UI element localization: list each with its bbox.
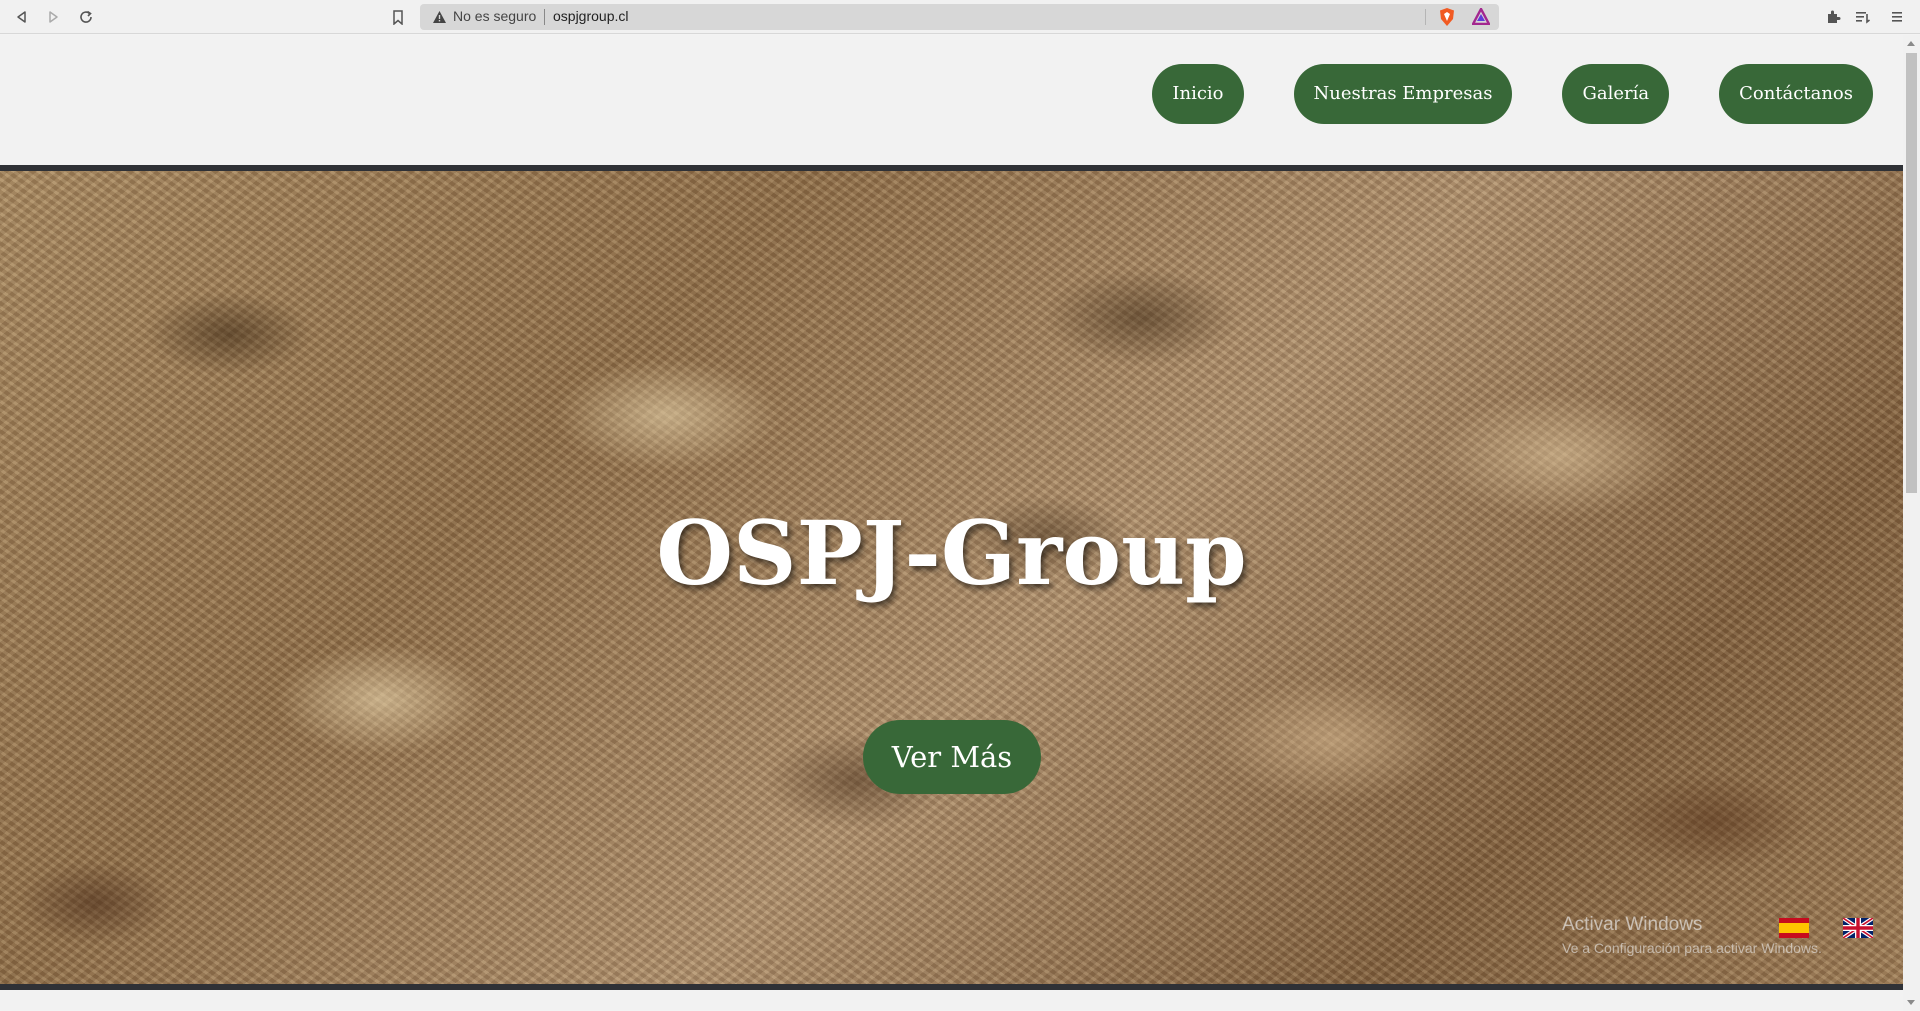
ver-mas-button[interactable]: Ver Más: [863, 720, 1041, 794]
address-bar[interactable]: No es seguro ospjgroup.cl: [420, 4, 1499, 30]
bookmark-icon[interactable]: [386, 5, 410, 29]
page-below-hero: [0, 990, 1903, 1011]
nav-contactanos-button[interactable]: Contáctanos: [1719, 64, 1873, 124]
nav-nuestras-empresas-button[interactable]: Nuestras Empresas: [1293, 64, 1513, 124]
forward-icon[interactable]: [41, 5, 65, 29]
hero-banner: OSPJ-Group Ver Más: [0, 171, 1903, 984]
brave-rewards-icon[interactable]: [1471, 6, 1491, 29]
reading-list-icon[interactable]: [1851, 5, 1875, 29]
scroll-thumb[interactable]: [1906, 53, 1917, 493]
page-scrollbar[interactable]: [1903, 35, 1920, 1011]
extensions-icon[interactable]: [1821, 5, 1845, 29]
back-icon[interactable]: [10, 5, 34, 29]
reload-icon[interactable]: [74, 5, 98, 29]
nav-inicio-button[interactable]: Inicio: [1152, 64, 1244, 124]
scroll-down-arrow-icon[interactable]: [1907, 1000, 1915, 1005]
nav-galeria-button[interactable]: Galería: [1562, 64, 1670, 124]
main-nav: Inicio Nuestras Empresas Galería Contáct…: [1152, 64, 1873, 124]
page-viewport: Inicio Nuestras Empresas Galería Contáct…: [0, 35, 1903, 1011]
browser-toolbar: No es seguro ospjgroup.cl: [0, 0, 1920, 34]
menu-icon[interactable]: [1885, 5, 1909, 29]
url-separator: [544, 9, 545, 25]
security-label[interactable]: No es seguro: [453, 8, 536, 24]
url-text[interactable]: ospjgroup.cl: [553, 8, 629, 24]
hero-title: OSPJ-Group: [656, 501, 1247, 605]
site-header: Inicio Nuestras Empresas Galería Contáct…: [0, 35, 1903, 165]
activate-windows-title: Activar Windows: [1562, 914, 1703, 935]
uk-flag-icon[interactable]: [1841, 916, 1875, 940]
warning-icon: [432, 9, 447, 28]
spain-flag-icon[interactable]: [1779, 918, 1809, 938]
scroll-up-arrow-icon[interactable]: [1907, 41, 1915, 46]
brave-shield-icon[interactable]: [1438, 7, 1456, 31]
activate-windows-subtitle: Ve a Configuración para activar Windows.: [1562, 940, 1822, 956]
extension-separator: [1425, 9, 1426, 25]
